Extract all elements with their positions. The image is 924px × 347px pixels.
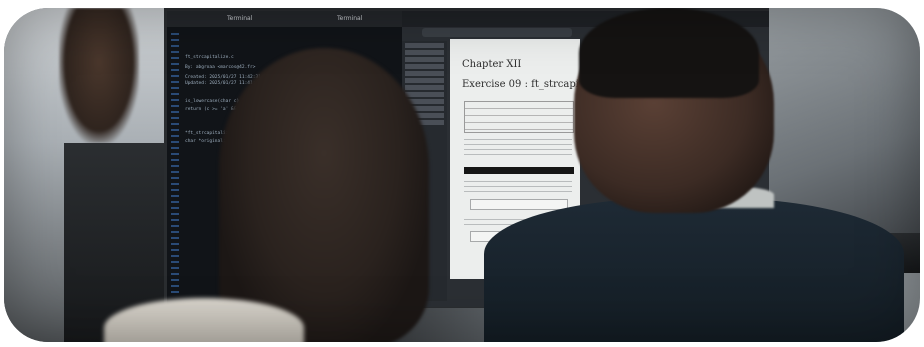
terminal-tab-right: Terminal <box>337 15 363 22</box>
terminal-line: char *original; <box>185 139 226 144</box>
photo-frame: Terminal Terminal ft_strcapitalize.c By:… <box>4 8 920 342</box>
background-person <box>59 8 139 143</box>
man-hair <box>579 8 759 98</box>
url-bar <box>422 28 572 37</box>
pdf-warning-bar <box>464 167 574 174</box>
line-gutter <box>171 33 179 293</box>
pdf-code-box <box>470 199 568 210</box>
terminal-tab-left: Terminal <box>227 15 253 22</box>
pdf-text-block <box>464 139 572 159</box>
terminal-line: is_lowercase(char c) <box>185 99 240 104</box>
pdf-info-table <box>464 101 574 133</box>
terminal-line: ft_strcapitalize.c <box>185 55 234 60</box>
pdf-chapter-title: Chapter XII <box>462 59 522 70</box>
pdf-text-block <box>464 181 572 193</box>
terminal-titlebar: Terminal Terminal <box>167 11 402 27</box>
man-sweater <box>484 198 904 342</box>
woman-head <box>219 48 429 342</box>
terminal-line: By: abgroaa <marcos@42.fr> <box>185 65 256 70</box>
